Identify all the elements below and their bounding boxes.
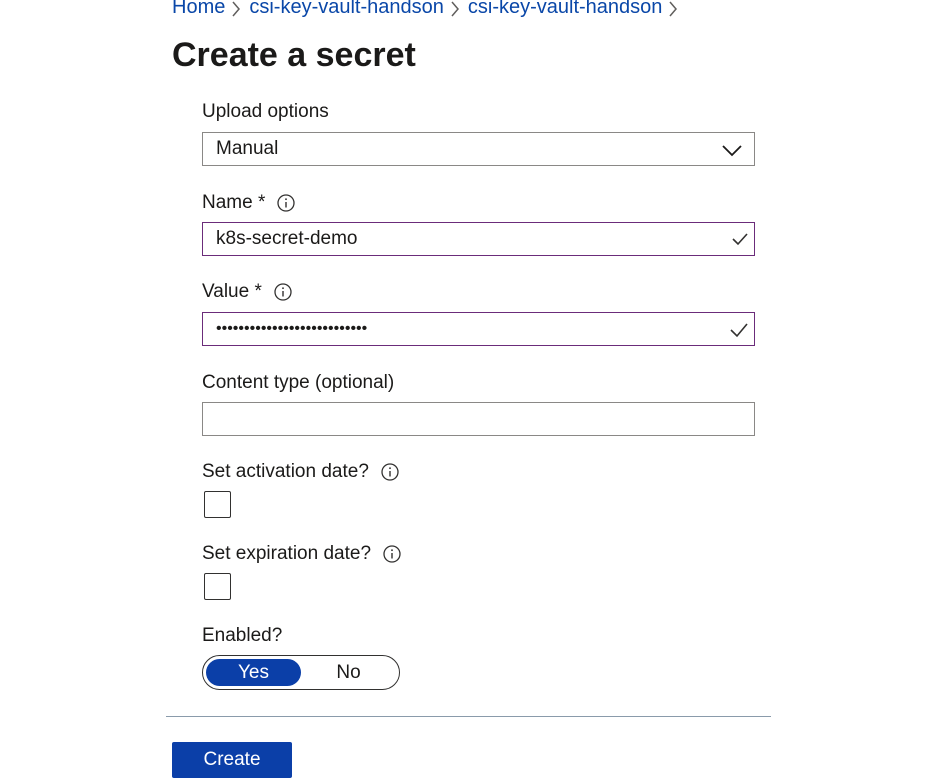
chevron-right-icon (225, 0, 249, 18)
info-icon[interactable] (274, 283, 292, 301)
upload-options-dropdown[interactable]: Manual (202, 132, 755, 166)
name-input-value: k8s-secret-demo (216, 228, 358, 249)
info-icon[interactable] (383, 545, 401, 563)
create-secret-page: Home csi-key-vault-handson csi-key-vault… (0, 0, 937, 778)
enabled-yes-option[interactable]: Yes (206, 659, 301, 686)
value-masked-text: ••••••••••••••••••••••••••• (216, 320, 368, 337)
activation-date-label-text: Set activation date? (202, 461, 369, 482)
chevron-down-icon (722, 144, 742, 162)
enabled-no-option[interactable]: No (301, 659, 396, 686)
upload-options-label: Upload options (202, 101, 329, 123)
expiration-date-checkbox[interactable] (204, 573, 231, 600)
breadcrumb: Home csi-key-vault-handson csi-key-vault… (172, 0, 686, 19)
name-label: Name * (202, 192, 296, 214)
breadcrumb-key-vault[interactable]: csi-key-vault-handson (249, 0, 444, 19)
info-icon[interactable] (381, 463, 399, 481)
chevron-right-icon (662, 0, 686, 18)
value-password-input[interactable]: ••••••••••••••••••••••••••• (202, 312, 755, 346)
enabled-label: Enabled? (202, 625, 282, 647)
breadcrumb-home[interactable]: Home (172, 0, 225, 19)
activation-date-checkbox[interactable] (204, 491, 231, 518)
content-type-label-text: Content type (optional) (202, 372, 395, 393)
enabled-label-text: Enabled? (202, 625, 283, 646)
expiration-date-label: Set expiration date? (202, 543, 401, 565)
upload-options-selected-value: Manual (216, 138, 279, 159)
checkmark-icon (732, 232, 748, 251)
content-type-label: Content type (optional) (202, 372, 394, 394)
name-label-text: Name * (202, 192, 266, 213)
value-label: Value * (202, 281, 292, 303)
info-icon[interactable] (277, 194, 296, 212)
create-button[interactable]: Create (172, 742, 292, 778)
footer-divider (166, 716, 771, 717)
content-type-input[interactable] (202, 402, 755, 436)
name-input[interactable]: k8s-secret-demo (202, 222, 755, 256)
chevron-right-icon (444, 0, 468, 18)
activation-date-label: Set activation date? (202, 461, 399, 483)
breadcrumb-key-vault-secrets[interactable]: csi-key-vault-handson (468, 0, 663, 19)
value-label-text: Value * (202, 281, 262, 302)
page-title: Create a secret (172, 36, 416, 74)
upload-options-label-text: Upload options (202, 101, 329, 122)
enabled-toggle: Yes No (202, 655, 400, 690)
expiration-date-label-text: Set expiration date? (202, 543, 372, 564)
checkmark-icon (730, 322, 748, 343)
